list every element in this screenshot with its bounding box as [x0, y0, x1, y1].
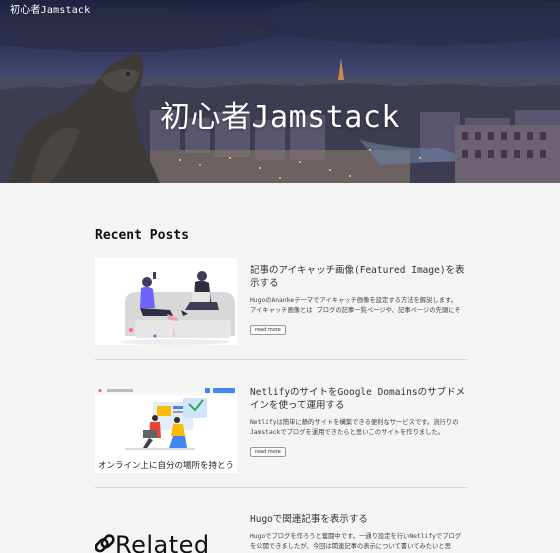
post-title-link[interactable]: NetlifyのサイトをGoogle Domainsのサブドメインを使って運用す… [250, 386, 467, 412]
post-title-link[interactable]: Hugoで関連記事を表示する [250, 513, 467, 526]
post-thumbnail[interactable]: オンライン上に自分の場所を持とう [95, 386, 237, 473]
hero-banner: 初心者Jamstack 初心者Jamstack [0, 0, 560, 183]
post-excerpt: Hugoでブログを作ろうと奮闘中です。一通り設定を行いNetlifyでブログを公… [250, 533, 462, 550]
site-name-link[interactable]: 初心者Jamstack [10, 1, 90, 16]
read-more-button[interactable]: read more [250, 325, 286, 335]
post-title-link[interactable]: 記事のアイキャッチ画像(Featured Image)を表示する [250, 264, 467, 290]
people-on-sofa-illustration [95, 258, 237, 345]
post-excerpt: Netlifyは簡単に静的サイトを構築できる便利なサービスです。流行りのJams… [250, 419, 459, 436]
recent-posts-section: Recent Posts 記事のアイキャッチ画像(Featured Image)… [95, 228, 467, 553]
post-thumbnail[interactable] [95, 258, 237, 345]
post-divider [95, 359, 467, 360]
recent-posts-heading: Recent Posts [95, 228, 189, 243]
post-divider [95, 487, 467, 488]
thumbnail-caption: オンライン上に自分の場所を持とう [97, 461, 234, 471]
post-thumbnail[interactable]: Related [95, 513, 237, 553]
hero-title: 初心者Jamstack [160, 100, 400, 135]
read-more-button[interactable]: read more [250, 447, 286, 457]
post-excerpt: HugoのAnankeテーマでアイキャッチ画像を設定する方法を解説します。 アイ… [250, 297, 461, 314]
